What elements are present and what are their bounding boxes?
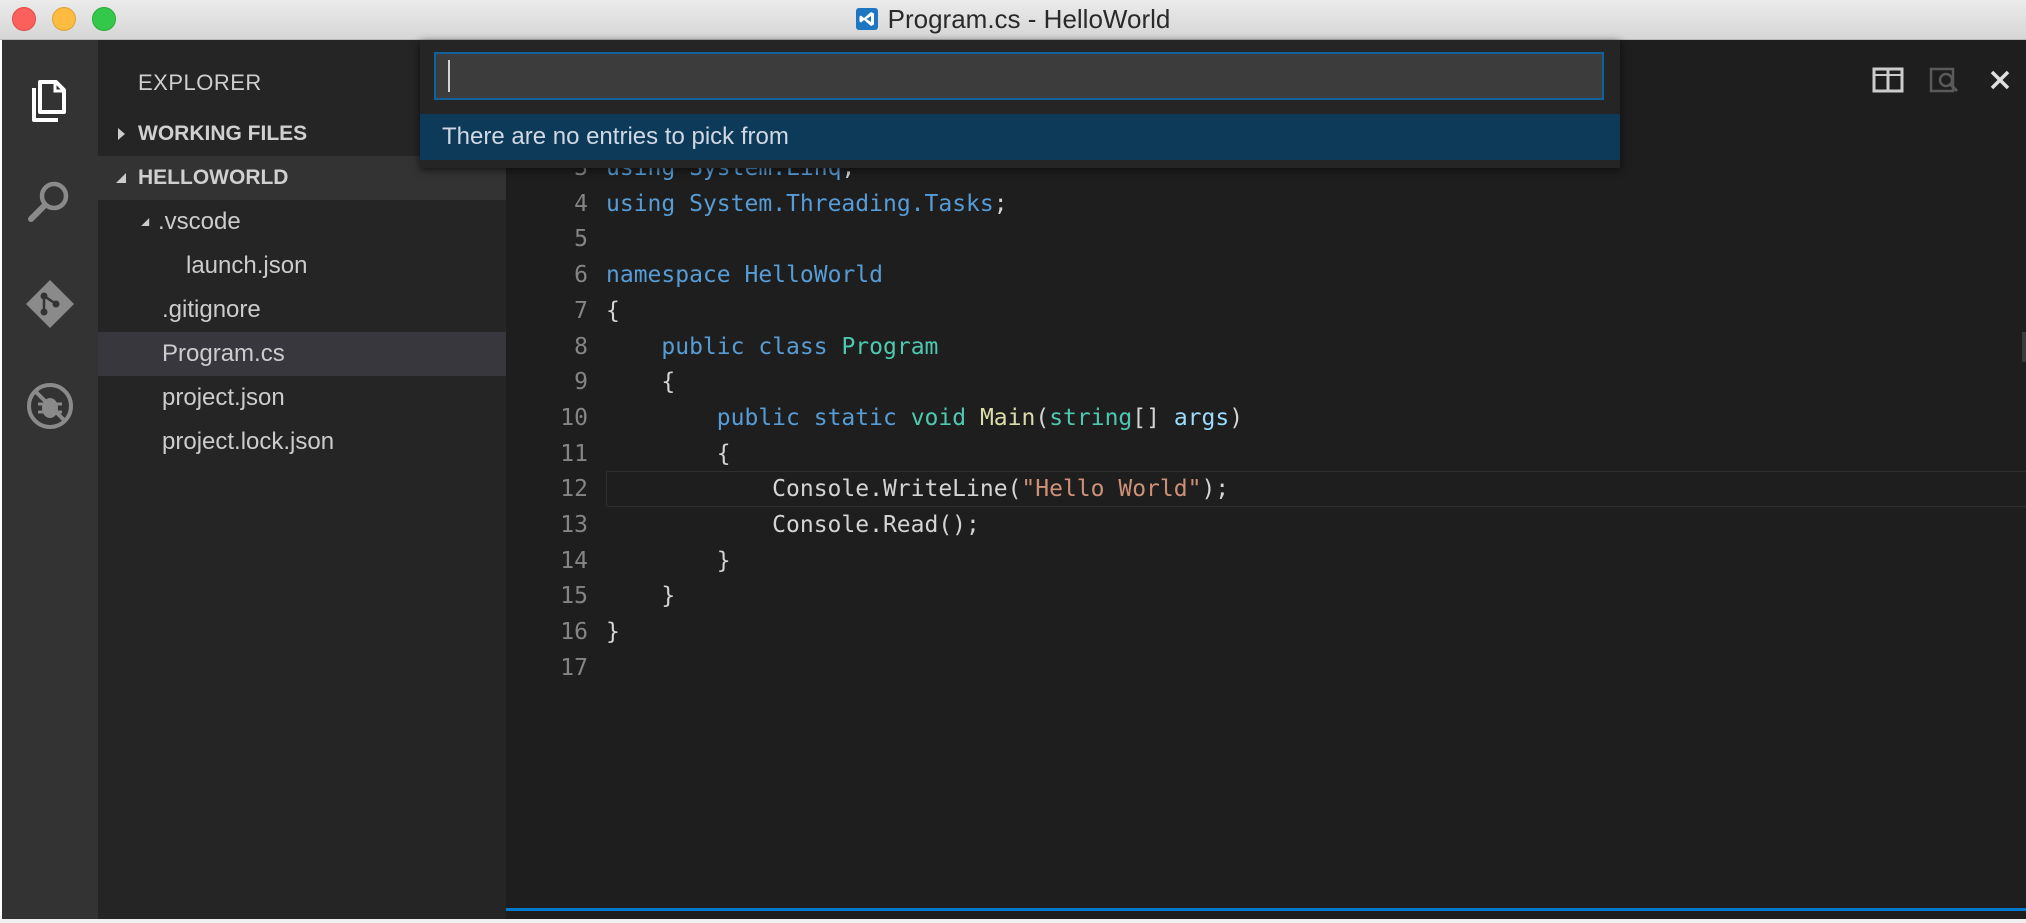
code-line[interactable]: 5 xyxy=(506,221,2026,257)
code-text: using System.Threading.Tasks; xyxy=(606,190,1008,217)
tree-item-label: project.lock.json xyxy=(162,428,335,455)
tree-file-gitignore[interactable]: .gitignore xyxy=(98,288,506,332)
line-number: 11 xyxy=(560,440,588,467)
code-text: { xyxy=(606,369,676,396)
explorer-title: EXPLORER xyxy=(138,70,262,95)
tree-file-project-lock-json[interactable]: project.lock.json xyxy=(98,420,506,464)
code-line[interactable]: 9 { xyxy=(506,364,2026,400)
git-icon[interactable] xyxy=(22,276,78,332)
line-number: 15 xyxy=(560,583,588,610)
section-label-working-files: WORKING FILES xyxy=(138,122,308,145)
code-text: public class Program xyxy=(661,333,939,360)
debug-icon[interactable] xyxy=(22,378,78,434)
code-editor[interactable]: using System.Collections.Generic; 3using… xyxy=(506,40,2026,919)
quick-open-input[interactable] xyxy=(434,52,1604,100)
code-text: public static void Main(string[] args) xyxy=(716,404,1244,431)
text-caret xyxy=(448,60,450,92)
title-bar: Program.cs - HelloWorld xyxy=(0,0,2026,40)
close-editor-icon[interactable] xyxy=(1980,60,2020,100)
chevron-right-icon xyxy=(118,128,125,140)
quick-open-message-text: There are no entries to pick from xyxy=(442,123,789,150)
tree-item-label: Program.cs xyxy=(162,340,285,367)
quick-open-widget: There are no entries to pick from xyxy=(420,40,1620,168)
tree-file-program-cs[interactable]: Program.cs xyxy=(98,332,506,376)
tree-item-label: launch.json xyxy=(186,252,308,279)
code-line[interactable]: 11 { xyxy=(506,436,2026,472)
code-text: } xyxy=(606,619,620,646)
window-title: Program.cs - HelloWorld xyxy=(887,3,1171,34)
line-number: 14 xyxy=(560,547,588,574)
line-number: 7 xyxy=(574,297,588,324)
search-icon[interactable] xyxy=(22,174,78,230)
tree-file-project-json[interactable]: project.json xyxy=(98,376,506,420)
code-line[interactable]: 16} xyxy=(506,614,2026,650)
editor-window: EXPLORER WORKING FILES HELLOWORLD .vscod… xyxy=(2,40,2026,919)
editor-bottom-border xyxy=(506,908,2026,911)
tree-item-label: project.json xyxy=(162,384,285,411)
code-line[interactable]: 12 Console.WriteLine("Hello World"); xyxy=(506,471,2026,508)
line-number: 16 xyxy=(560,619,588,646)
line-number: 6 xyxy=(574,262,588,289)
line-number: 13 xyxy=(560,512,588,538)
open-preview-icon[interactable] xyxy=(1924,60,1964,100)
code-line[interactable]: 7{ xyxy=(506,293,2026,329)
code-text: } xyxy=(606,583,676,610)
code-line[interactable]: 13 Console.Read(); xyxy=(506,507,2026,543)
activity-bar xyxy=(2,40,98,919)
overview-ruler-marker xyxy=(2022,332,2026,362)
line-number: 8 xyxy=(574,333,588,360)
window-title-wrap: Program.cs - HelloWorld xyxy=(0,0,2026,38)
code-line[interactable]: 6 namespace HelloWorld xyxy=(506,257,2026,293)
code-text: } xyxy=(606,547,731,574)
code-line[interactable]: 15 } xyxy=(506,578,2026,614)
code-line[interactable]: 17 xyxy=(506,650,2026,686)
code-line[interactable]: 8 public class Program xyxy=(506,329,2026,365)
explorer-sidebar: EXPLORER WORKING FILES HELLOWORLD .vscod… xyxy=(98,40,506,919)
line-number: 9 xyxy=(574,369,588,396)
files-icon[interactable] xyxy=(22,72,78,128)
code-text: Console.WriteLine("Hello World"); xyxy=(606,476,1230,503)
chevron-down-icon xyxy=(116,173,126,183)
line-number: 4 xyxy=(574,190,588,217)
tree-file-launch-json[interactable]: launch.json xyxy=(98,244,506,288)
code-text: { xyxy=(606,440,731,467)
code-line[interactable]: 14 } xyxy=(506,543,2026,579)
vscode-logo-icon xyxy=(855,8,878,30)
code-text: Console.Read(); xyxy=(606,512,980,538)
quick-open-empty-message: There are no entries to pick from xyxy=(420,114,1620,160)
code-line[interactable]: 10 public static void Main(string[] args… xyxy=(506,400,2026,436)
window-bottom-edge xyxy=(0,919,2026,923)
line-number: 12 xyxy=(560,476,588,503)
section-label-helloworld: HELLOWORLD xyxy=(138,166,289,189)
tree-folder-vscode[interactable]: .vscode xyxy=(98,200,506,244)
code-line[interactable]: 4 using System.Threading.Tasks; xyxy=(506,186,2026,222)
line-number: 17 xyxy=(560,654,588,681)
line-number: 5 xyxy=(574,226,588,253)
code-text: { xyxy=(606,297,620,324)
tree-item-label: .gitignore xyxy=(162,296,261,323)
line-number: 10 xyxy=(560,404,588,431)
tree-item-label: .vscode xyxy=(158,208,241,235)
code-text: namespace HelloWorld xyxy=(606,262,883,289)
split-editor-icon[interactable] xyxy=(1868,60,1908,100)
chevron-down-icon xyxy=(141,218,150,226)
